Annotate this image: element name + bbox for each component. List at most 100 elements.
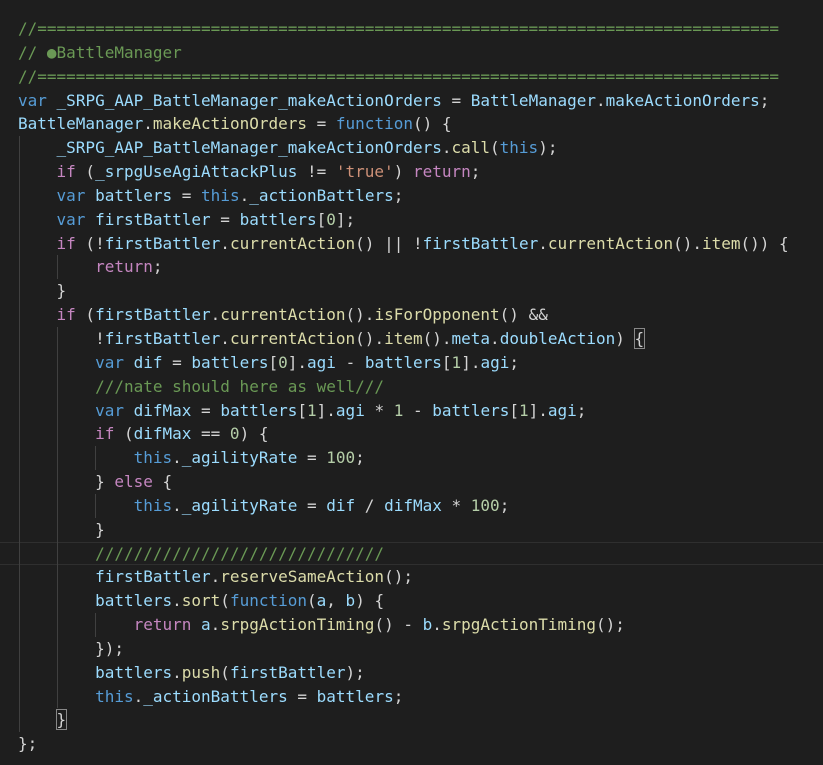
indent-guide [19,613,20,637]
code-token-variable: firstBattler [95,567,211,587]
code-line[interactable]: // ●BattleManager [18,41,818,65]
matched-bracket: } [55,709,68,731]
code-token-plain: . [133,686,144,706]
code-token-keyword: function [335,114,413,134]
indent-guide [95,446,96,471]
code-line[interactable]: } else { [18,470,818,494]
code-token-keyword: var [56,185,86,205]
code-token-plain: . [172,662,182,682]
code-token-string: 'true' [335,162,394,182]
code-line[interactable]: var difMax = battlers[1].agi * 1 - battl… [18,398,818,423]
indent-guide [57,374,58,399]
code-line[interactable]: var firstBattler = battlers[0]; [18,207,818,232]
code-line[interactable]: this._actionBattlers = battlers; [18,684,818,709]
code-line[interactable]: //======================================… [18,17,818,41]
code-token-plain: . [239,185,250,205]
code-line[interactable]: if (difMax == 0) { [18,422,818,447]
code-line[interactable]: } [18,517,818,542]
code-line[interactable]: var battlers = this._actionBattlers; [18,183,818,208]
indent-guide [19,136,20,161]
indent-guide [19,517,20,542]
code-token-keyword: function [229,591,307,611]
code-token-plain: ]. [316,400,336,420]
code-token-plain: = [297,495,327,515]
code-token-variable: makeActionOrders [605,90,760,110]
code-line[interactable]: var dif = battlers[0].agi - battlers[1].… [18,350,818,375]
code-token-variable: firstBattler [95,209,211,229]
code-line[interactable]: }); [18,636,818,661]
code-token-keyword: this [133,448,173,468]
code-area[interactable]: //======================================… [0,17,823,756]
code-line[interactable]: if (!firstBattler.currentAction() || !fi… [18,231,818,256]
code-token-plain: . [172,495,182,515]
indent-guide [57,541,58,566]
code-line[interactable]: firstBattler.reserveSameAction(); [18,565,818,590]
indent-guide [57,613,58,637]
code-token-plain: . [538,233,548,253]
code-line[interactable]: if (firstBattler.currentAction().isForOp… [18,303,818,327]
code-token-plain: { [152,472,173,492]
code-token-plain: ]. [528,400,548,420]
code-token-plain: - [335,352,365,372]
code-token-plain: . [210,305,221,325]
code-line[interactable]: battlers.sort(function(a, b) { [18,589,818,614]
code-token-variable: a [316,591,327,611]
code-token-variable: battlers [239,209,317,229]
code-token-variable: difMax [133,400,192,420]
code-token-comment: //======================================… [18,19,779,38]
code-token-variable: _SRPG_AAP_BattleManager_makeActionOrders [56,90,442,110]
code-line[interactable]: this._agilityRate = 100; [18,446,818,471]
code-token-number: 1 [393,400,404,420]
code-token-plain: (). [673,233,702,253]
indent-guide [57,255,58,280]
code-token-plain: ) [393,162,413,182]
indent-guide [19,160,20,184]
code-token-plain: ()) { [740,233,789,253]
code-token-variable: BattleManager [18,114,144,134]
code-line[interactable]: } [18,279,818,304]
code-token-number: 0 [229,424,240,444]
code-line[interactable]: this._agilityRate = dif / difMax * 100; [18,493,818,518]
code-token-keyword: var [56,209,86,229]
code-token-plain: [ [268,352,279,372]
code-line[interactable]: BattleManager.makeActionOrders = functio… [18,112,818,136]
code-token-plain: ; [759,90,770,110]
code-line[interactable]: return a.srpgActionTiming() - b.srpgActi… [18,613,818,637]
code-token-plain: ); [345,662,365,682]
code-token-plain: - [403,400,433,420]
indent-guide [57,470,58,494]
code-line[interactable]: if (_srpgUseAgiAttackPlus != 'true') ret… [18,160,818,184]
code-token-plain: ( [220,662,230,682]
code-token-variable: agi [480,352,510,372]
code-line[interactable]: return; [18,255,818,280]
code-token-plain: ; [509,352,519,372]
code-editor[interactable]: //======================================… [0,0,823,765]
code-token-variable: doubleAction [499,328,616,348]
code-line[interactable]: _SRPG_AAP_BattleManager_makeActionOrders… [18,136,818,161]
code-line[interactable]: } [18,708,818,733]
code-token-plain: ) { [239,424,269,444]
code-line[interactable]: //======================================… [18,65,818,89]
code-line[interactable]: ////////////////////////////// [0,541,823,566]
indent-guide [19,422,20,447]
indent-guide [19,589,20,614]
code-line[interactable]: ///nate should here as well/// [18,374,818,399]
code-line[interactable]: !firstBattler.currentAction().item().met… [18,326,818,351]
code-token-plain: [ [441,352,452,372]
code-token-variable: firstBattler [95,305,211,325]
code-line[interactable]: }; [18,732,818,756]
code-token-plain: . [210,615,221,635]
code-line[interactable]: var _SRPG_AAP_BattleManager_makeActionOr… [18,89,818,113]
code-token-plain: ( [220,591,230,611]
code-token-keyword: this [133,495,173,515]
code-token-function: item [384,328,423,348]
indent-guide [57,636,58,661]
code-token-plain: [ [509,400,519,420]
indent-guide [19,374,20,399]
code-token-plain: ; [499,495,510,515]
code-line[interactable]: battlers.push(firstBattler); [18,660,818,685]
